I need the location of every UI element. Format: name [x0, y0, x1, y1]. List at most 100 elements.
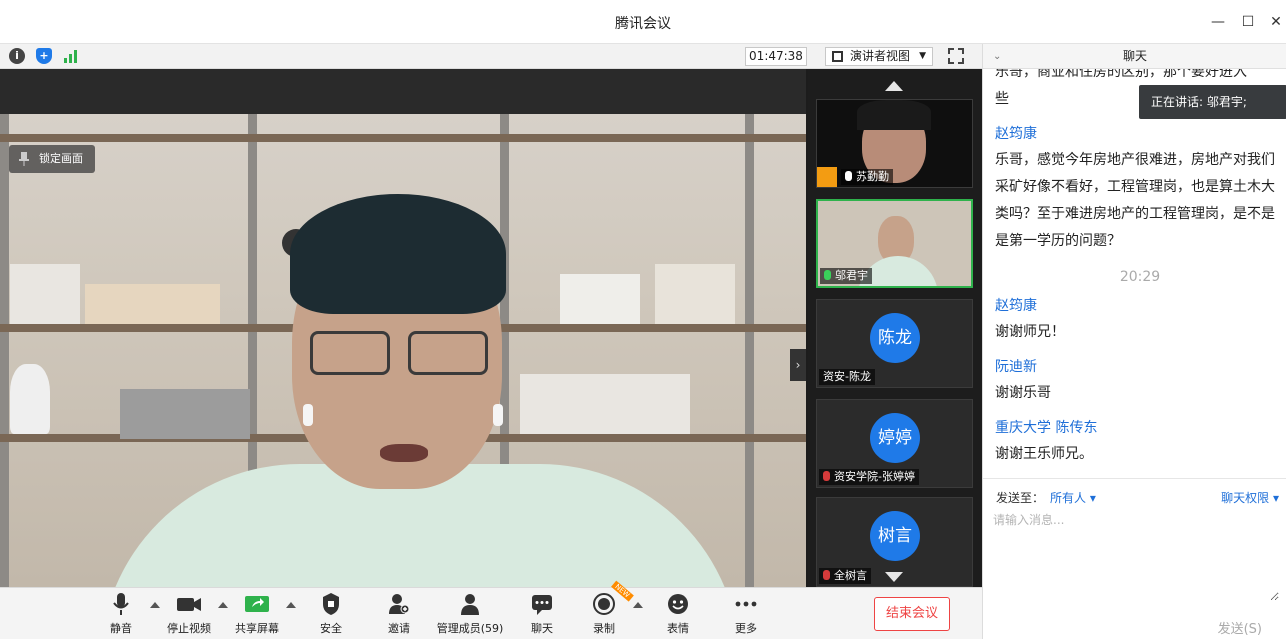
view-mode-dropdown[interactable]: 演讲者视图 ▼ [825, 47, 933, 66]
chevron-down-icon: ▼ [919, 51, 926, 61]
earbud [303, 404, 313, 426]
video-options-icon[interactable] [218, 602, 228, 608]
meeting-window: 腾讯会议 — ☐ ✕ i + 01:47:38 演讲者视图 ▼ 锁定画面 › 苏… [0, 0, 1286, 639]
chat-message: 赵筠康 乐哥，感觉今年房地产很难进，房地产对我们采矿好像不看好，工程管理岗，也是… [995, 123, 1285, 255]
chat-permission-dropdown[interactable]: 聊天权限 ▾ [1221, 489, 1279, 506]
chat-panel: ⌄ 聊天 乐哥，商业和住房的区别，那个要好进入 些 赵筠康 乐哥，感觉今年房地产… [982, 44, 1286, 639]
message-sender[interactable]: 赵筠康 [995, 123, 1285, 143]
main-speaker-video[interactable]: 锁定画面 ☺ ⋯ ‹ › [0, 69, 806, 587]
send-button[interactable]: 发送(S) [1218, 618, 1262, 637]
title-bar: 腾讯会议 — ☐ ✕ [0, 0, 1286, 44]
chat-title: 聊天 [1122, 49, 1147, 63]
invite-button[interactable]: 邀请 [380, 592, 418, 638]
shield-icon[interactable]: + [36, 48, 52, 64]
chat-messages[interactable]: 乐哥，商业和住房的区别，那个要好进入 些 赵筠康 乐哥，感觉今年房地产很难进，房… [995, 69, 1285, 479]
record-options-icon[interactable] [633, 602, 643, 608]
share-screen-button[interactable]: 共享屏幕 [232, 592, 282, 638]
chevron-down-icon[interactable]: ⌄ [993, 44, 1001, 69]
chat-message: 阮迪新 谢谢乐哥 [995, 356, 1285, 407]
shelf-post [0, 114, 9, 587]
participant-hair [857, 100, 931, 130]
message-sender[interactable]: 重庆大学 陈传东 [995, 417, 1285, 437]
chat-message: 赵筠康 谢谢师兄！ [995, 295, 1285, 346]
participant-name: 全树言 [819, 568, 871, 584]
view-mode-label: 演讲者视图 [850, 49, 911, 63]
host-icon [817, 167, 837, 187]
message-text: 谢谢王乐师兄。 [995, 446, 1093, 462]
record-icon [593, 593, 615, 615]
pin-icon [19, 152, 29, 166]
message-text: 谢谢师兄！ [995, 324, 1065, 340]
thumbnail-participant[interactable]: 陈龙 资安-陈龙 [816, 299, 973, 388]
minimize-icon[interactable]: — [1208, 12, 1228, 32]
microphone-icon [113, 593, 129, 615]
stop-video-button[interactable]: 停止视频 [163, 592, 215, 638]
avatar: 树言 [870, 511, 920, 561]
lock-view-button[interactable]: 锁定画面 [9, 145, 95, 173]
message-sender[interactable]: 阮迪新 [995, 356, 1285, 376]
book-stack [520, 374, 690, 434]
send-to-dropdown[interactable]: 所有人 ▾ [1050, 489, 1096, 506]
record-button[interactable]: 录制 [586, 592, 622, 638]
participant-name: 资安学院-张婷婷 [819, 469, 919, 485]
share-screen-icon [245, 596, 269, 612]
mic-active-icon [824, 270, 831, 280]
scroll-down-icon[interactable] [885, 572, 903, 582]
signal-icon[interactable] [63, 48, 79, 64]
message-sender[interactable]: 赵筠康 [995, 295, 1285, 315]
speaker-hair [290, 194, 506, 314]
info-icon[interactable]: i [9, 48, 25, 64]
avatar: 婷婷 [870, 413, 920, 463]
avatar: 陈龙 [870, 313, 920, 363]
meeting-top-bar: i + 01:47:38 演讲者视图 ▼ [0, 44, 982, 69]
book-stack [10, 264, 80, 324]
book-stack [655, 264, 735, 324]
glasses [310, 331, 390, 375]
participant-name: 邬君宇 [820, 268, 872, 284]
message-text: 谢谢乐哥 [995, 385, 1051, 401]
mic-muted-icon [823, 570, 830, 580]
meeting-area: i + 01:47:38 演讲者视图 ▼ 锁定画面 › 苏勤勤 邬君宇 陈龙 资… [0, 44, 982, 587]
lock-view-label: 锁定画面 [39, 152, 83, 165]
thumbnail-participant[interactable]: 苏勤勤 [816, 99, 973, 188]
participant-name: 苏勤勤 [841, 169, 893, 185]
security-button[interactable]: 安全 [312, 592, 350, 638]
book-stack [85, 284, 220, 324]
laptop [120, 389, 250, 439]
window-title: 腾讯会议 [615, 16, 671, 32]
mute-options-icon[interactable] [150, 602, 160, 608]
scroll-up-icon[interactable] [885, 81, 903, 91]
reaction-button[interactable]: 表情 [660, 592, 696, 638]
end-meeting-button[interactable]: 结束会议 [874, 597, 950, 631]
mic-muted-icon [823, 471, 830, 481]
shelf [0, 134, 806, 142]
chat-button[interactable]: 聊天 [524, 592, 560, 638]
emoji-icon [668, 594, 688, 614]
manage-members-button[interactable]: 管理成员(59) [434, 592, 506, 638]
fullscreen-icon[interactable] [948, 48, 964, 64]
share-options-icon[interactable] [286, 602, 296, 608]
shelf-post [745, 114, 754, 587]
maximize-icon[interactable]: ☐ [1238, 12, 1258, 32]
chat-bubble-icon [532, 595, 552, 615]
message-text: 乐哥，商业和住房的区别，那个要好进入 [995, 69, 1247, 80]
participant-name: 资安-陈龙 [819, 369, 875, 385]
close-icon[interactable]: ✕ [1266, 12, 1286, 32]
mute-button[interactable]: 静音 [100, 592, 142, 638]
more-button[interactable]: 更多 [728, 592, 764, 638]
send-target-row: 发送至： 所有人 ▾ 聊天权限 ▾ [983, 478, 1286, 508]
glasses [408, 331, 488, 375]
vase [10, 364, 50, 434]
mic-icon [845, 171, 852, 181]
collapse-thumbnails-icon[interactable]: › [790, 349, 806, 381]
meeting-timer: 01:47:38 [745, 47, 807, 66]
chat-input[interactable] [993, 511, 1279, 601]
security-shield-icon [323, 593, 339, 615]
layout-icon [832, 51, 843, 62]
earbud [493, 404, 503, 426]
thumbnail-participant-active[interactable]: 邬君宇 [816, 199, 973, 288]
chat-message: 重庆大学 陈传东 谢谢王乐师兄。 [995, 417, 1285, 468]
more-dots-icon [735, 601, 757, 607]
thumbnail-participant[interactable]: 婷婷 资安学院-张婷婷 [816, 399, 973, 488]
speaking-indicator: 正在讲话: 邬君宇; [1139, 85, 1286, 119]
